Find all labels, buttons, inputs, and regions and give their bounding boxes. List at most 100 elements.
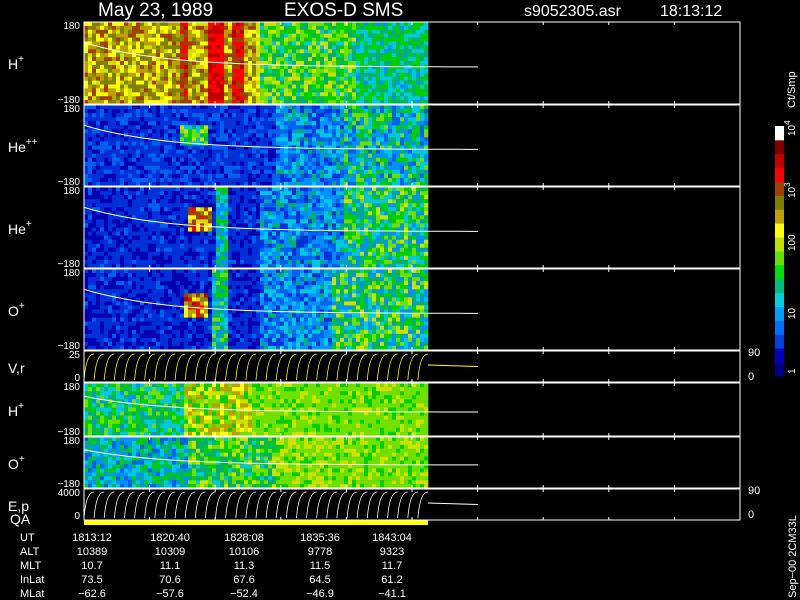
heatmap-cell bbox=[272, 211, 277, 216]
heatmap-cell bbox=[248, 29, 253, 34]
heatmap-cell bbox=[168, 92, 173, 97]
heatmap-cell bbox=[348, 53, 353, 58]
heatmap-cell bbox=[320, 53, 325, 58]
heatmap-cell bbox=[212, 191, 217, 196]
heatmap-cell bbox=[240, 251, 245, 257]
heatmap-cell bbox=[248, 37, 253, 42]
heatmap-cell bbox=[236, 84, 241, 89]
heatmap-cell bbox=[288, 41, 293, 46]
heatmap-cell bbox=[96, 61, 101, 66]
heatmap-cell bbox=[148, 157, 153, 162]
heatmap-cell bbox=[184, 215, 189, 220]
heatmap-cell bbox=[292, 153, 297, 158]
heatmap-cell bbox=[316, 251, 321, 257]
heatmap-cell bbox=[368, 72, 373, 77]
heatmap-cell bbox=[168, 29, 173, 34]
heatmap-cell bbox=[328, 29, 333, 34]
heatmap-cell bbox=[336, 251, 341, 257]
heatmap-cell bbox=[132, 149, 137, 154]
heatmap-cell bbox=[172, 255, 177, 261]
heatmap-cell bbox=[164, 41, 169, 46]
heatmap-cell bbox=[340, 105, 345, 110]
heatmap-cell bbox=[380, 173, 385, 179]
heatmap-cell bbox=[416, 84, 421, 89]
heatmap-cell bbox=[156, 169, 161, 175]
heatmap-cell bbox=[120, 37, 125, 42]
heatmap-cell bbox=[112, 37, 117, 42]
heatmap-cell bbox=[256, 191, 261, 196]
heatmap-cell bbox=[376, 33, 381, 38]
heatmap-cell bbox=[320, 113, 325, 118]
heatmap-cell bbox=[316, 141, 321, 146]
spectrogram-svg: May 23, 1989 EXOS-D SMS s9052305.asr 18:… bbox=[8, 0, 799, 600]
heatmap-cell bbox=[356, 195, 361, 200]
heatmap-cell bbox=[156, 231, 161, 236]
heatmap-cell bbox=[344, 161, 349, 166]
heatmap-cell bbox=[180, 215, 185, 220]
heatmap-cell bbox=[176, 65, 181, 70]
heatmap-cell bbox=[212, 227, 217, 232]
heatmap-cell bbox=[204, 153, 209, 158]
heatmap-cell bbox=[124, 211, 129, 216]
heatmap-cell bbox=[408, 165, 413, 171]
heatmap-cell bbox=[388, 141, 393, 146]
heatmap-cell bbox=[180, 41, 185, 46]
heatmap-cell bbox=[220, 207, 225, 212]
heatmap-cell bbox=[356, 149, 361, 154]
heatmap-cell bbox=[316, 231, 321, 236]
heatmap-cell bbox=[112, 80, 117, 85]
heatmap-cell bbox=[352, 88, 357, 93]
heatmap-cell bbox=[392, 49, 397, 54]
heatmap-cell bbox=[424, 29, 429, 34]
heatmap-cell bbox=[176, 219, 181, 224]
heatmap-cell bbox=[188, 41, 193, 46]
heatmap-cell bbox=[192, 255, 197, 261]
heatmap-cell bbox=[240, 187, 245, 192]
heatmap-cell bbox=[172, 72, 177, 77]
heatmap-cell bbox=[296, 169, 301, 175]
heatmap-cell bbox=[360, 125, 365, 130]
heatmap-cell bbox=[404, 121, 409, 126]
heatmap-cell bbox=[268, 65, 273, 70]
heatmap-cell bbox=[200, 177, 205, 183]
heatmap-cell bbox=[192, 239, 197, 244]
heatmap-cell bbox=[344, 211, 349, 216]
heatmap-cell bbox=[404, 137, 409, 142]
heatmap-cell bbox=[96, 247, 101, 253]
heatmap-cell bbox=[88, 45, 93, 50]
heatmap-cell bbox=[116, 161, 121, 166]
heatmap-cell bbox=[156, 29, 161, 34]
heatmap-cell bbox=[320, 165, 325, 171]
heatmap-cell bbox=[172, 125, 177, 130]
heatmap-cell bbox=[204, 219, 209, 224]
heatmap-cell bbox=[112, 88, 117, 93]
heatmap-cell bbox=[260, 145, 265, 150]
heatmap-cell bbox=[120, 243, 125, 248]
heatmap-cell bbox=[252, 137, 257, 142]
heatmap-cell bbox=[96, 72, 101, 77]
heatmap-cell bbox=[220, 247, 225, 253]
heatmap-cell bbox=[108, 22, 113, 27]
heatmap-cell bbox=[200, 247, 205, 253]
heatmap-cell bbox=[84, 191, 89, 196]
heatmap-cell bbox=[136, 195, 141, 200]
heatmap-cell bbox=[292, 68, 297, 74]
heatmap-cell bbox=[128, 231, 133, 236]
heatmap-cell bbox=[112, 125, 117, 130]
heatmap-cell bbox=[180, 133, 185, 138]
heatmap-cell bbox=[400, 61, 405, 66]
heatmap-cell bbox=[296, 207, 301, 212]
heatmap-cell bbox=[260, 149, 265, 154]
heatmap-cell bbox=[140, 129, 145, 134]
heatmap-cell bbox=[124, 113, 129, 118]
heatmap-cell bbox=[272, 72, 277, 77]
heatmap-cell bbox=[376, 169, 381, 175]
heatmap-cell bbox=[288, 199, 293, 204]
heatmap-cell bbox=[260, 57, 265, 62]
heatmap-cell bbox=[308, 169, 313, 175]
heatmap-cell bbox=[260, 177, 265, 183]
heatmap-cell bbox=[316, 173, 321, 179]
heatmap-cell bbox=[372, 195, 377, 200]
heatmap-cell bbox=[292, 117, 297, 122]
heatmap-cell bbox=[292, 41, 297, 46]
